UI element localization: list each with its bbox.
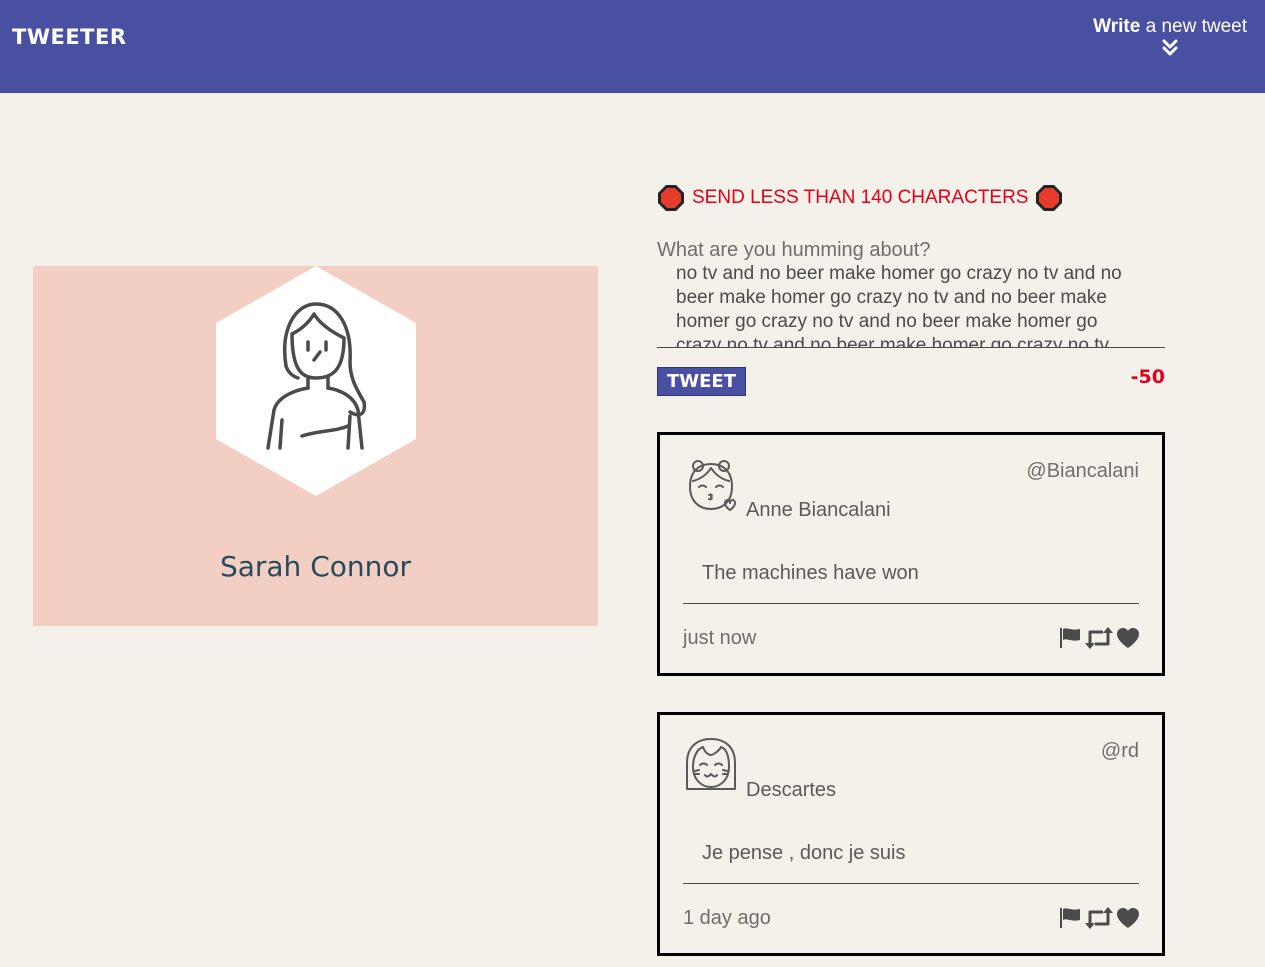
top-navbar: TWEETER Write a new tweet: [0, 0, 1265, 93]
flag-icon[interactable]: [1058, 627, 1082, 649]
heart-icon[interactable]: [1116, 907, 1140, 929]
character-limit-warning: SEND LESS THAN 140 CHARACTERS: [657, 184, 1063, 212]
flag-icon[interactable]: [1058, 907, 1082, 929]
write-new-tweet-toggle[interactable]: Write a new tweet: [1093, 16, 1247, 57]
tweet-content: The machines have won: [702, 562, 919, 584]
warning-text: SEND LESS THAN 140 CHARACTERS: [692, 187, 1029, 208]
girl-kiss-heart-icon: [689, 460, 736, 511]
tweet-content: Je pense , donc je suis: [702, 842, 906, 864]
tweet-submit-button[interactable]: TWEET: [657, 367, 746, 396]
stop-sign-icon: [658, 185, 684, 211]
tweet-card: Anne Biancalani @Biancalani The machines…: [657, 432, 1165, 676]
tweet-divider: [683, 603, 1139, 604]
profile-card: Sarah Connor: [33, 266, 598, 626]
tweet-actions: [1058, 627, 1140, 649]
retweet-icon[interactable]: [1085, 907, 1113, 929]
write-new-tweet-label: Write a new tweet: [1093, 16, 1247, 38]
tweet-card: Descartes @rd Je pense , donc je suis 1 …: [657, 712, 1165, 956]
profile-avatar: [216, 266, 416, 496]
tweet-timestamp: just now: [683, 627, 757, 649]
write-label-rest: a new tweet: [1140, 16, 1247, 37]
tweet-author-handle: @Biancalani: [1026, 460, 1139, 482]
tweet-author-name: Descartes: [746, 779, 837, 801]
tweet-author-handle: @rd: [1100, 740, 1139, 762]
heart-icon[interactable]: [1116, 627, 1140, 649]
tweet-divider: [683, 883, 1139, 884]
brand-logo: TWEETER: [12, 25, 127, 49]
tweet-timestamp: 1 day ago: [683, 907, 771, 929]
new-tweet-form: What are you humming about? no tv and no…: [657, 236, 1165, 396]
write-label-bold: Write: [1093, 16, 1141, 37]
stop-sign-icon: [1036, 185, 1063, 211]
tweet-actions: [1058, 907, 1140, 929]
retweet-icon[interactable]: [1085, 627, 1113, 649]
tweet-author-name: Anne Biancalani: [746, 499, 891, 521]
double-chevron-down-icon: [1162, 39, 1178, 56]
character-counter: -50: [1130, 366, 1165, 388]
tweet-textarea-label: What are you humming about?: [657, 239, 931, 261]
tweet-textarea[interactable]: no tv and no beer make homer go crazy no…: [657, 262, 1165, 348]
girl-smile-icon: [686, 738, 736, 790]
profile-name: Sarah Connor: [219, 550, 412, 583]
